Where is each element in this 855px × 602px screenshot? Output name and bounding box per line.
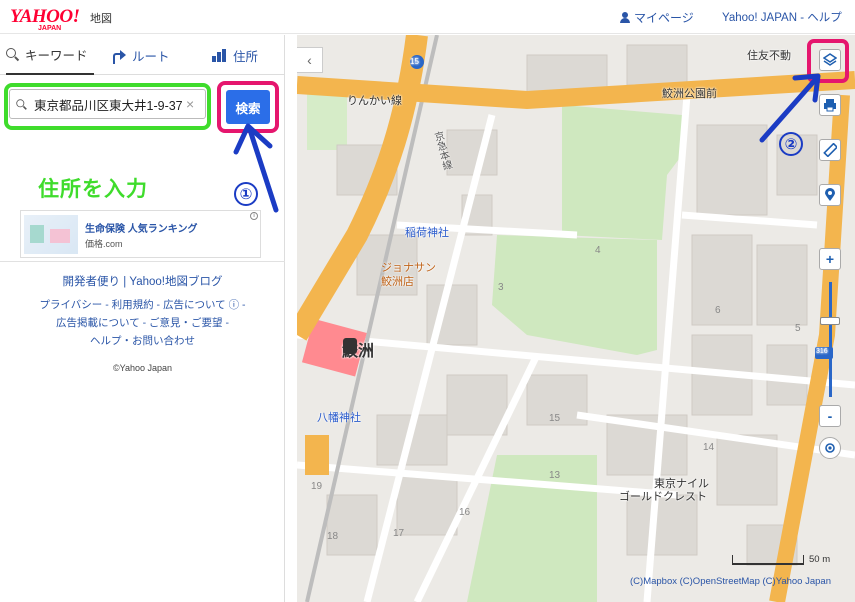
button-highlight-box: 検索	[217, 81, 279, 133]
block-number: 16	[459, 507, 471, 518]
user-icon	[620, 12, 630, 23]
ad-sub: 価格.com	[85, 239, 123, 249]
route-316-label: 316	[816, 348, 828, 355]
tab-route-label: ルート	[132, 49, 170, 64]
block-number: 19	[311, 481, 323, 492]
tab-route[interactable]: ルート	[112, 35, 170, 75]
annotation-step-2: ②	[779, 132, 803, 156]
zoom-out-button[interactable]: -	[819, 405, 841, 427]
copyright: ©Yahoo Japan	[112, 363, 172, 373]
address-icon	[212, 48, 227, 62]
scale-bar	[732, 555, 804, 565]
logo-map-label: 地図	[90, 13, 112, 25]
footer-row-help[interactable]: ヘルプ・お問い合わせ	[0, 332, 285, 350]
zoom-slider-track[interactable]	[829, 282, 832, 397]
route-15-label: 15	[410, 57, 419, 66]
search-button[interactable]: 検索	[226, 90, 270, 124]
ad-title: 生命保険 人気ランキング	[85, 224, 198, 235]
logo-text: YAHOO!	[10, 6, 80, 27]
park-middle	[492, 235, 657, 355]
label-jonathan-branch: 鮫洲店	[381, 276, 414, 288]
tab-keyword-label: キーワード	[25, 48, 88, 63]
left-panel: キーワード ルート 住所 × 検索 住所を入力 生命保険 人気ランキング 価格.…	[0, 35, 285, 602]
footer-links: 開発者便り | Yahoo!地図ブログ プライバシー - 利用規約 - 広告につ…	[0, 273, 285, 350]
map-canvas[interactable]	[297, 35, 855, 602]
logo-sub: JAPAN	[38, 25, 62, 32]
map-area[interactable]: ‹ 15 316 りんかい線 京急本線 鮫洲公園前 稲荷神社 ジョナサン 鮫洲店…	[297, 35, 855, 602]
label-nile-2: ゴールドクレスト	[619, 491, 707, 503]
station-icon	[343, 338, 357, 354]
panel-divider	[0, 261, 285, 262]
label-samezu-park: 鮫洲公園前	[662, 88, 717, 100]
search-icon	[6, 47, 19, 61]
tab-address[interactable]: 住所	[212, 35, 258, 75]
pin-button[interactable]	[819, 184, 841, 206]
zoom-slider-handle[interactable]	[820, 317, 840, 325]
block-number: 17	[393, 528, 405, 539]
tab-address-label: 住所	[233, 49, 259, 64]
layer-button[interactable]	[819, 49, 841, 71]
mypage-link[interactable]: マイページ	[620, 9, 694, 26]
label-sumitomo: 住友不動	[747, 50, 791, 62]
layers-icon	[823, 53, 837, 66]
collapse-panel-button[interactable]: ‹	[297, 47, 323, 73]
block-number: 4	[595, 245, 601, 256]
block-number: 3	[498, 282, 504, 293]
search-icon	[16, 98, 26, 109]
ad-banner[interactable]: 生命保険 人気ランキング 価格.com i	[20, 210, 261, 258]
yahoo-logo[interactable]: YAHOO! JAPAN 地図	[10, 6, 112, 32]
pin-icon	[825, 188, 835, 201]
block-number: 14	[703, 442, 715, 453]
top-header: YAHOO! JAPAN 地図 マイページ Yahoo! JAPAN - ヘルプ	[0, 0, 855, 34]
block-number: 15	[549, 413, 561, 424]
footer-row-privacy[interactable]: プライバシー - 利用規約 - 広告について ⓘ -	[0, 296, 285, 314]
label-hachiman-shrine[interactable]: 八幡神社	[317, 409, 361, 425]
print-icon	[824, 99, 836, 112]
zoom-in-button[interactable]: +	[819, 248, 841, 270]
annotation-input-hint: 住所を入力	[38, 178, 148, 201]
footer-row-dev[interactable]: 開発者便り | Yahoo!地図ブログ	[0, 273, 285, 291]
tab-keyword[interactable]: キーワード	[6, 35, 94, 75]
search-tabs: キーワード ルート 住所	[0, 35, 285, 75]
annotation-step-1: ①	[234, 182, 258, 206]
park-upper	[562, 105, 682, 240]
ad-info-icon[interactable]: i	[250, 212, 258, 220]
scale-label: 50 m	[809, 554, 831, 565]
header-links[interactable]: Yahoo! JAPAN - ヘルプ	[722, 9, 842, 25]
locate-icon	[825, 443, 835, 453]
block-number: 5	[795, 323, 801, 334]
block-number: 13	[549, 470, 561, 481]
ad-image	[24, 215, 78, 254]
clear-icon[interactable]: ×	[186, 96, 194, 112]
footer-row-ads[interactable]: 広告掲載について - ご意見・ご要望 -	[0, 314, 285, 332]
route-icon	[112, 48, 126, 64]
label-rinkai-line: りんかい線	[347, 95, 402, 107]
search-row: × 検索	[4, 81, 282, 133]
block-number: 18	[327, 531, 339, 542]
label-inari-shrine[interactable]: 稲荷神社	[405, 224, 449, 240]
map-attribution[interactable]: (C)Mapbox (C)OpenStreetMap (C)Yahoo Japa…	[630, 576, 831, 587]
ruler-icon	[823, 143, 837, 157]
print-button[interactable]	[819, 94, 841, 116]
mypage-label: マイページ	[634, 11, 694, 25]
block-number: 6	[715, 305, 721, 316]
current-location-button[interactable]	[819, 437, 841, 459]
search-input[interactable]	[34, 97, 184, 111]
measure-button[interactable]	[819, 139, 841, 161]
search-field[interactable]: ×	[9, 89, 206, 119]
